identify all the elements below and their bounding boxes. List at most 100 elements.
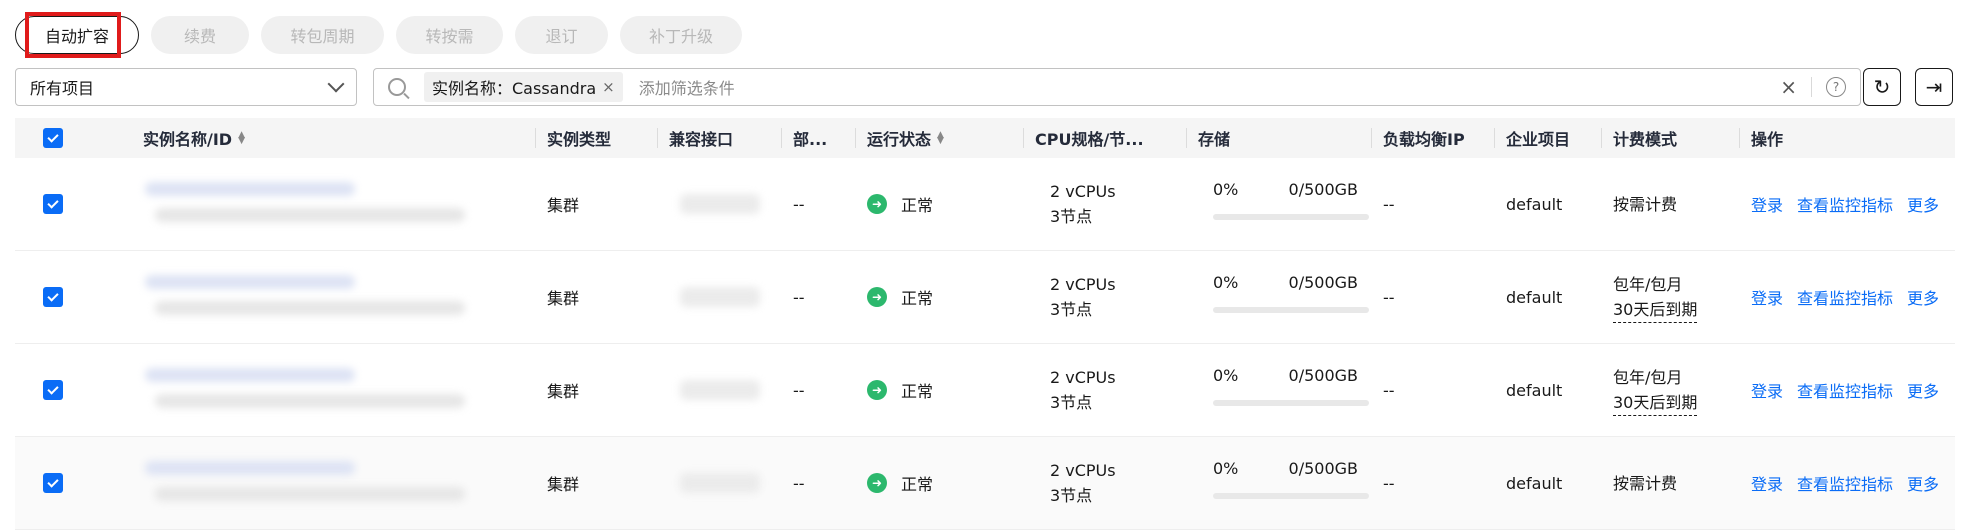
auto-scale-button[interactable]: 自动扩容 [15, 16, 139, 54]
storage-progress-bar [1213, 214, 1369, 220]
cell-dept: -- [793, 380, 805, 400]
more-link[interactable]: 更多 [1907, 285, 1939, 309]
billing-mode: 包年/包月 [1613, 367, 1683, 387]
storage-progress-bar [1213, 307, 1369, 313]
cell-cpu: 2 vCPUs 3节点 [1050, 158, 1116, 250]
project-select[interactable]: 所有项目 [15, 68, 357, 106]
login-link[interactable]: 登录 [1751, 378, 1783, 402]
col-storage: 存储 [1185, 118, 1230, 158]
cell-status: ➜ 正常 [867, 437, 933, 529]
help-icon[interactable]: ? [1826, 77, 1846, 97]
sort-icon[interactable]: ▲ ▼ [937, 131, 944, 146]
status-text: 正常 [901, 382, 934, 401]
table-row: 集群 -- ➜ 正常 2 vCPUs 3节点 0% 0/500GB -- def… [15, 344, 1955, 437]
cpu-spec: 2 vCPUs [1050, 182, 1116, 201]
expiry-text[interactable]: 30天后到期 [1613, 297, 1698, 323]
col-billing: 计费模式 [1600, 118, 1677, 158]
instance-id-redacted [155, 394, 465, 408]
cell-billing: 包年/包月 30天后到期 [1613, 251, 1698, 343]
storage-capacity: 0/500GB [1288, 273, 1358, 292]
renew-button: 续费 [151, 16, 249, 54]
storage-capacity: 0/500GB [1288, 459, 1358, 478]
status-text: 正常 [901, 475, 934, 494]
cell-project: default [1506, 194, 1563, 214]
col-cpu: CPU规格/节... [1023, 118, 1144, 158]
chevron-down-icon [327, 75, 345, 93]
cell-type: 集群 [547, 382, 580, 401]
node-count: 3节点 [1050, 300, 1093, 319]
cpu-spec: 2 vCPUs [1050, 461, 1116, 480]
view-metrics-link[interactable]: 查看监控指标 [1797, 285, 1893, 309]
col-name[interactable]: 实例名称/ID ▲ ▼ [143, 118, 245, 158]
col-lb: 负载均衡IP [1371, 118, 1465, 158]
export-button[interactable]: ⇥ [1915, 68, 1953, 106]
port-redacted [680, 473, 760, 493]
cell-storage: 0% 0/500GB [1198, 344, 1369, 436]
view-metrics-link[interactable]: 查看监控指标 [1797, 192, 1893, 216]
login-link[interactable]: 登录 [1751, 471, 1783, 495]
cell-status: ➜ 正常 [867, 158, 933, 250]
cell-type: 集群 [547, 196, 580, 215]
node-count: 3节点 [1050, 486, 1093, 505]
status-running-icon: ➜ [867, 380, 887, 400]
login-link[interactable]: 登录 [1751, 285, 1783, 309]
row-checkbox[interactable] [43, 194, 63, 214]
select-all-checkbox[interactable] [43, 128, 63, 148]
storage-capacity: 0/500GB [1288, 366, 1358, 385]
cell-ops: 登录 查看监控指标 更多 [1751, 344, 1939, 436]
chip-close-icon[interactable]: × [602, 78, 615, 96]
table-header: 实例名称/ID ▲ ▼ 实例类型 兼容接口 部... 运行状态 ▲ ▼ CPU规格/节.… [15, 118, 1955, 158]
clear-icon[interactable]: × [1780, 75, 1797, 99]
refresh-button[interactable]: ↻ [1863, 68, 1901, 106]
instance-name-redacted[interactable] [145, 275, 355, 289]
cell-cpu: 2 vCPUs 3节点 [1050, 251, 1116, 343]
instance-id-redacted [155, 301, 465, 315]
row-checkbox[interactable] [43, 473, 63, 493]
search-filter-bar[interactable]: 实例名称：Cassandra × 添加筛选条件 × ? [373, 68, 1861, 106]
instance-id-redacted [155, 487, 465, 501]
login-link[interactable]: 登录 [1751, 192, 1783, 216]
cell-billing: 包年/包月 30天后到期 [1613, 344, 1698, 436]
cell-lb: -- [1383, 380, 1395, 400]
cell-status: ➜ 正常 [867, 251, 933, 343]
billing-mode: 按需计费 [1613, 473, 1678, 493]
instance-name-redacted[interactable] [145, 182, 355, 196]
refresh-icon: ↻ [1873, 75, 1891, 99]
row-checkbox[interactable] [43, 287, 63, 307]
sort-icon[interactable]: ▲ ▼ [238, 131, 245, 146]
status-running-icon: ➜ [867, 194, 887, 214]
cell-project: default [1506, 287, 1563, 307]
storage-percent: 0% [1213, 273, 1239, 292]
port-redacted [680, 380, 760, 400]
cell-type: 集群 [547, 289, 580, 308]
view-metrics-link[interactable]: 查看监控指标 [1797, 471, 1893, 495]
storage-percent: 0% [1213, 366, 1239, 385]
more-link[interactable]: 更多 [1907, 471, 1939, 495]
billing-mode: 按需计费 [1613, 194, 1678, 214]
node-count: 3节点 [1050, 207, 1093, 226]
col-status[interactable]: 运行状态 ▲ ▼ [855, 118, 944, 158]
cell-billing: 按需计费 [1613, 437, 1677, 529]
instance-name-redacted[interactable] [145, 461, 355, 475]
add-condition-input[interactable]: 添加筛选条件 [639, 75, 735, 99]
storage-capacity: 0/500GB [1288, 180, 1358, 199]
row-checkbox[interactable] [43, 380, 63, 400]
cell-storage: 0% 0/500GB [1198, 158, 1369, 250]
col-project: 企业项目 [1493, 118, 1570, 158]
storage-percent: 0% [1213, 459, 1239, 478]
node-count: 3节点 [1050, 393, 1093, 412]
table-row: 集群 -- ➜ 正常 2 vCPUs 3节点 0% 0/500GB -- def… [15, 251, 1955, 344]
more-link[interactable]: 更多 [1907, 192, 1939, 216]
cell-lb: -- [1383, 287, 1395, 307]
cell-status: ➜ 正常 [867, 344, 933, 436]
storage-progress-bar [1213, 400, 1369, 406]
cell-type: 集群 [547, 475, 580, 494]
patch-upgrade-button: 补丁升级 [620, 16, 742, 54]
cell-project: default [1506, 473, 1563, 493]
instance-name-redacted[interactable] [145, 368, 355, 382]
cell-ops: 登录 查看监控指标 更多 [1751, 158, 1939, 250]
storage-percent: 0% [1213, 180, 1239, 199]
more-link[interactable]: 更多 [1907, 378, 1939, 402]
view-metrics-link[interactable]: 查看监控指标 [1797, 378, 1893, 402]
expiry-text[interactable]: 30天后到期 [1613, 390, 1698, 416]
